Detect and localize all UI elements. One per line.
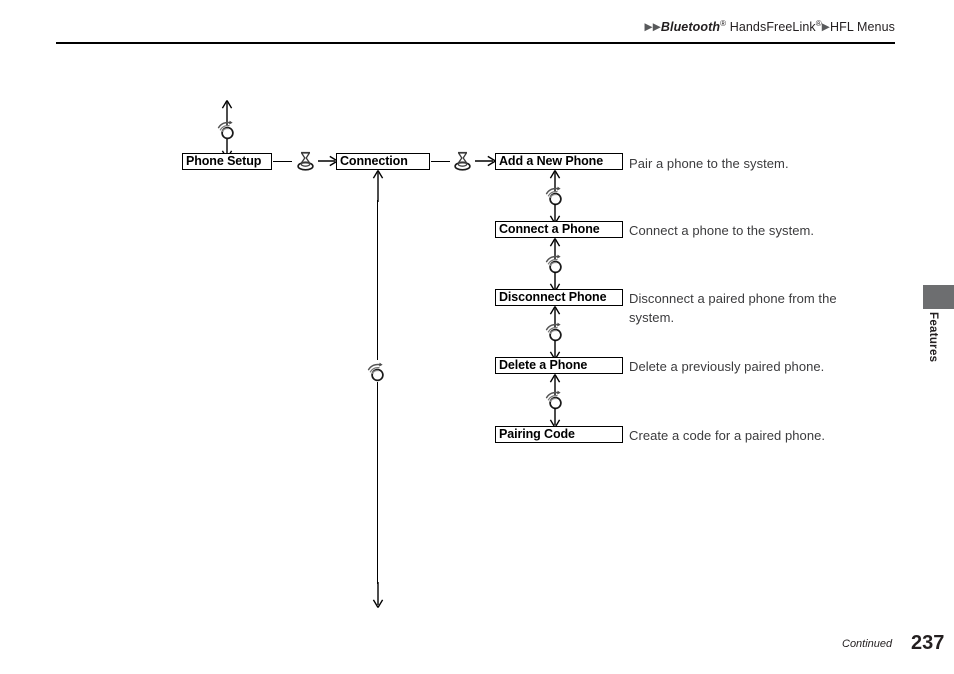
- flow-box-disconnect-phone[interactable]: Disconnect Phone: [495, 289, 623, 306]
- press-knob-icon: [452, 151, 473, 177]
- return-line-upper: [377, 200, 379, 360]
- flow-box-phone-setup[interactable]: Phone Setup: [182, 153, 272, 170]
- menu-item-description: Pair a phone to the system.: [629, 156, 789, 171]
- breadcrumb-arrow-icon: ▶: [644, 21, 653, 34]
- page-number: 237: [911, 632, 945, 654]
- menu-item-description: Connect a phone to the system.: [629, 223, 815, 238]
- menu-item-description: Disconnect a paired phone from the syste…: [629, 291, 837, 325]
- connector-line: [273, 161, 292, 163]
- registered-mark-icon: ®: [720, 19, 727, 28]
- connector-line: [431, 161, 450, 163]
- registered-mark-icon: ®: [815, 19, 822, 28]
- header-divider: [56, 42, 895, 44]
- menu-item-description: Delete a previously paired phone.: [629, 359, 825, 374]
- breadcrumb: ▶▶Bluetooth® HandsFreeLink®▶HFL Menus: [645, 19, 896, 34]
- breadcrumb-item-hfl-menus: HFL Menus: [829, 20, 895, 35]
- connector-arrow-right: [475, 155, 496, 167]
- breadcrumb-arrow-icon: ▶: [652, 21, 661, 34]
- breadcrumb-arrow-icon: ▶: [821, 21, 830, 34]
- return-arrow-down: [372, 582, 384, 608]
- connector-arrow-down: [549, 408, 561, 428]
- connector-arrow-right: [318, 155, 338, 167]
- section-tab-label: Features: [927, 312, 939, 363]
- press-knob-icon: [295, 151, 316, 177]
- flow-box-connection[interactable]: Connection: [336, 153, 430, 170]
- flow-box-connect-a-phone[interactable]: Connect a Phone: [495, 221, 623, 238]
- flow-box-add-a-new-phone[interactable]: Add a New Phone: [495, 153, 623, 170]
- breadcrumb-item-bluetooth: Bluetooth: [660, 20, 721, 35]
- return-arrow-up-to-connection: [372, 170, 384, 202]
- return-line-lower: [377, 382, 379, 584]
- breadcrumb-item-handsfreelink: HandsFreeLink: [729, 20, 816, 35]
- flow-box-pairing-code[interactable]: Pairing Code: [495, 426, 623, 443]
- menu-item-description: Create a code for a paired phone.: [629, 428, 826, 443]
- section-tab-marker: [923, 285, 954, 309]
- flow-box-delete-a-phone[interactable]: Delete a Phone: [495, 357, 623, 374]
- footer-continued-label: Continued: [842, 638, 893, 650]
